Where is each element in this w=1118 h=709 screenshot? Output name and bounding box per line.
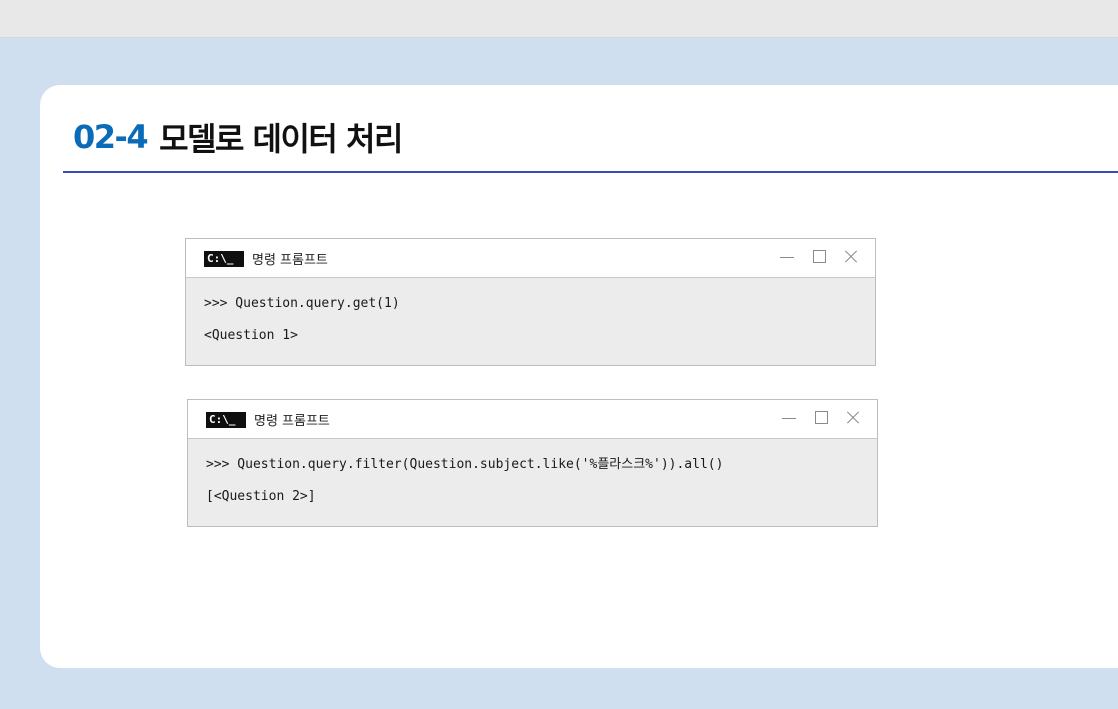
section-title: 모델로 데이터 처리: [159, 120, 403, 158]
window-title: 명령 프롬프트: [254, 414, 330, 429]
close-icon[interactable]: [845, 409, 861, 427]
console-output: >>> Question.query.get(1) <Question 1>: [186, 278, 875, 362]
maximize-icon[interactable]: [811, 248, 827, 266]
minimize-icon[interactable]: [779, 248, 795, 266]
console-input-line: >>> Question.query.get(1): [204, 296, 400, 311]
command-prompt-window-1: C:\_ 명령 프롬프트 >>> Question.query.get(1) <…: [185, 238, 876, 366]
maximize-icon[interactable]: [813, 409, 829, 427]
command-prompt-window-2: C:\_ 명령 프롬프트 >>> Question.query.filter(Q…: [187, 399, 878, 527]
cmd-prompt-icon: C:\_: [204, 251, 244, 267]
console-result-line: <Question 1>: [204, 328, 298, 343]
console-output: >>> Question.query.filter(Question.subje…: [188, 439, 877, 523]
cmd-prompt-icon: C:\_: [206, 412, 246, 428]
close-icon[interactable]: [843, 248, 859, 266]
console-titlebar: C:\_ 명령 프롬프트: [186, 239, 875, 278]
slide-card: 02-4 모델로 데이터 처리 C:\_ 명령 프롬프트 >>> Questio…: [40, 85, 1118, 668]
browser-top-bar: [0, 0, 1118, 38]
section-heading: 02-4 모델로 데이터 처리: [73, 112, 403, 162]
section-number: 02-4: [73, 118, 149, 156]
window-controls: [765, 409, 861, 427]
console-input-line: >>> Question.query.filter(Question.subje…: [206, 457, 724, 472]
console-titlebar: C:\_ 명령 프롬프트: [188, 400, 877, 439]
minimize-icon[interactable]: [781, 409, 797, 427]
window-title: 명령 프롬프트: [252, 253, 328, 268]
console-result-line: [<Question 2>]: [206, 489, 316, 504]
window-controls: [763, 248, 859, 266]
heading-divider: [63, 171, 1118, 173]
